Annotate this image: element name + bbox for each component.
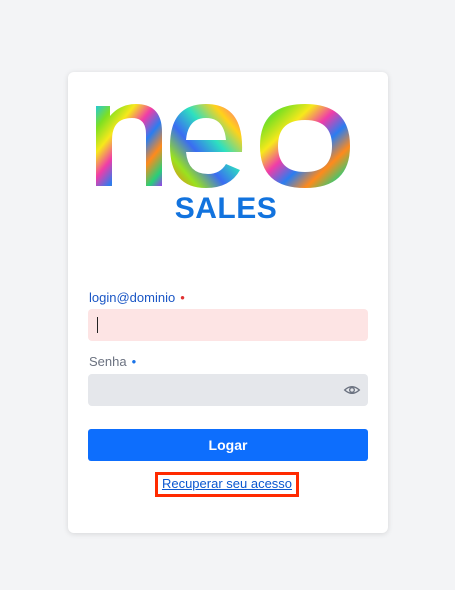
login-input[interactable] — [88, 309, 368, 341]
text-caret — [97, 317, 98, 333]
login-label-text: login@dominio — [89, 290, 176, 305]
login-label: login@dominio • — [89, 290, 185, 305]
password-label-text: Senha — [89, 354, 127, 369]
neo-logo-image — [96, 104, 350, 188]
neo-sales-logo: SALES — [94, 100, 358, 230]
eye-icon[interactable] — [343, 382, 361, 398]
password-label: Senha • — [89, 354, 136, 369]
required-mark: • — [180, 290, 185, 305]
password-input[interactable] — [88, 374, 368, 406]
login-card: SALES login@dominio • Senha • Logar Recupe… — [68, 72, 388, 533]
logo-subtitle: SALES — [174, 192, 278, 225]
required-mark: • — [131, 354, 137, 369]
recover-access-link[interactable]: Recuperar seu acesso — [155, 472, 299, 497]
login-button[interactable]: Logar — [88, 429, 368, 461]
